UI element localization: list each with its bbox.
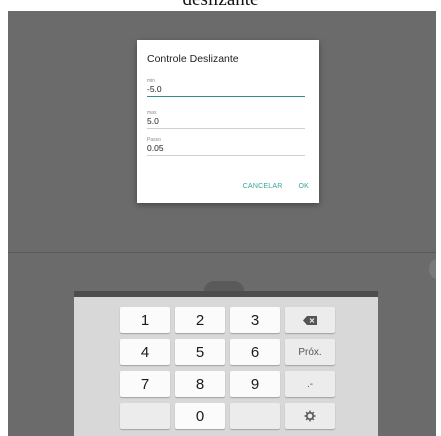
key-0[interactable]: 0 [175,403,225,429]
edge-handle[interactable] [429,259,436,279]
key-9[interactable]: 9 [230,371,280,397]
numeric-keyboard: 1 2 3 4 5 6 Próx. 7 8 9 .- 0 [74,297,378,436]
min-field[interactable]: min -5.0 [147,78,305,97]
backspace-icon [303,315,317,325]
key-6[interactable]: 6 [230,339,280,365]
ok-button[interactable]: OK [298,183,309,190]
step-input[interactable]: 0.05 [147,143,305,156]
key-5[interactable]: 5 [175,339,225,365]
gear-icon [304,410,316,422]
cancel-button[interactable]: CANCELAR [243,183,283,190]
dialog-title: Controle Deslizante [147,53,239,65]
settings-key[interactable] [285,403,335,429]
blank-key-left[interactable] [120,403,170,429]
dialog-actions: CANCELAR OK [243,183,309,190]
keyboard-tab [204,281,244,291]
page-caption: deslizante [0,0,441,9]
blank-key-right[interactable] [230,403,280,429]
dash-key[interactable]: .- [285,371,335,397]
device-screen: Controle Deslizante min -5.0 max 5.0 Pas… [8,11,436,436]
key-2[interactable]: 2 [175,307,225,333]
backspace-key[interactable] [285,307,335,333]
max-field[interactable]: max 5.0 [147,110,305,129]
next-key[interactable]: Próx. [285,339,335,365]
key-1[interactable]: 1 [120,307,170,333]
step-field[interactable]: Passo 0.05 [147,137,305,156]
key-8[interactable]: 8 [175,371,225,397]
divider [8,252,436,253]
key-7[interactable]: 7 [120,371,170,397]
key-4[interactable]: 4 [120,339,170,365]
max-input[interactable]: 5.0 [147,116,305,129]
min-input[interactable]: -5.0 [147,84,305,97]
slider-settings-dialog: Controle Deslizante min -5.0 max 5.0 Pas… [137,40,319,203]
key-3[interactable]: 3 [230,307,280,333]
